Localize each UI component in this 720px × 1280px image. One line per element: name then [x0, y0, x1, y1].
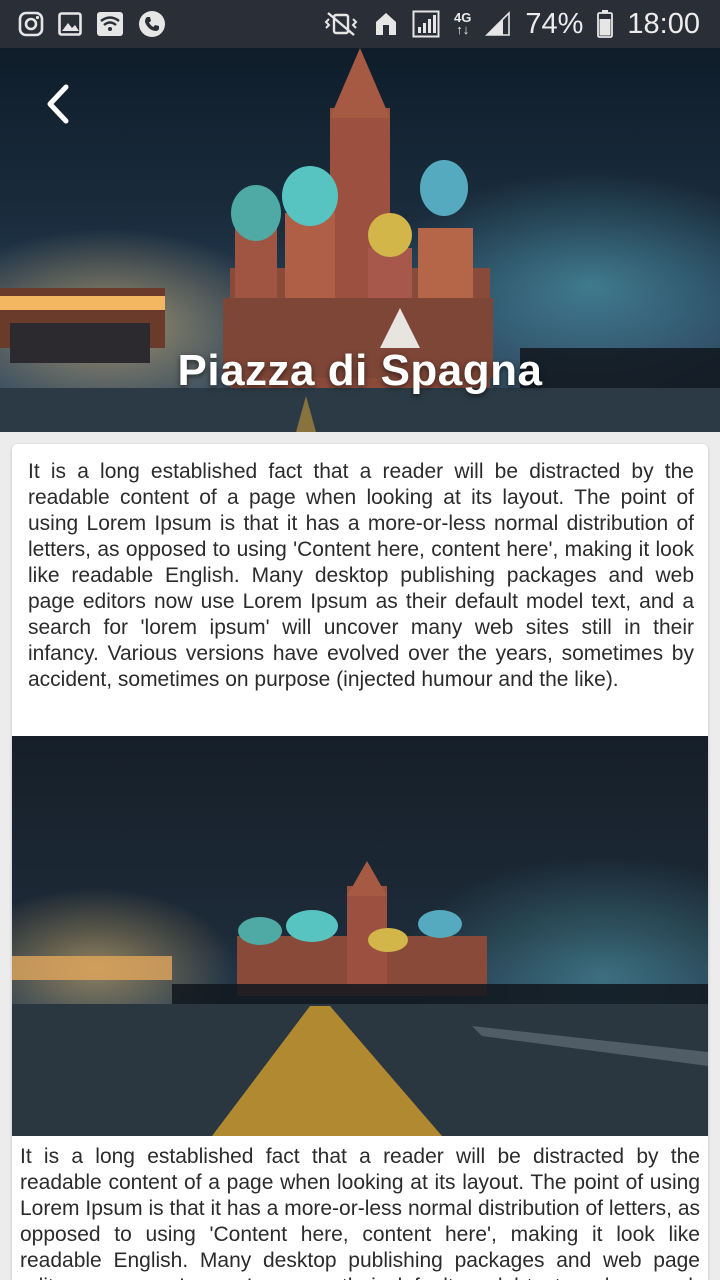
status-bar: 4G ↑↓ 74% 18:00 [0, 0, 720, 48]
chevron-left-icon [47, 84, 69, 124]
article-card: It is a long established fact that a rea… [12, 444, 708, 1280]
article-cathedral-illustration [12, 736, 708, 1136]
hero-title: Piazza di Spagna [177, 346, 543, 395]
phone-icon [138, 10, 166, 38]
mute-vibrate-icon [322, 11, 360, 37]
instagram-icon [18, 11, 44, 37]
signal-icon [412, 10, 440, 38]
signal-bars-icon [485, 11, 511, 37]
battery-percent: 74% [525, 7, 584, 40]
article-paragraph-1: It is a long established fact that a rea… [28, 460, 694, 691]
4g-icon: 4G ↑↓ [454, 11, 471, 37]
battery-icon [597, 10, 614, 38]
status-bar-left [18, 10, 166, 38]
wifi-calling-icon [96, 11, 124, 37]
article-paragraph-2: It is a long established fact that a rea… [20, 1145, 700, 1280]
back-button[interactable] [36, 82, 80, 126]
clock-time: 18:00 [627, 7, 700, 40]
hero-image: Piazza di Spagna [0, 48, 720, 432]
home-icon [374, 11, 398, 37]
status-bar-right: 4G ↑↓ 74% 18:00 [322, 8, 700, 41]
article-image [12, 736, 708, 1136]
network-activity-label: ↑↓ [456, 22, 470, 37]
gallery-icon [58, 12, 82, 36]
